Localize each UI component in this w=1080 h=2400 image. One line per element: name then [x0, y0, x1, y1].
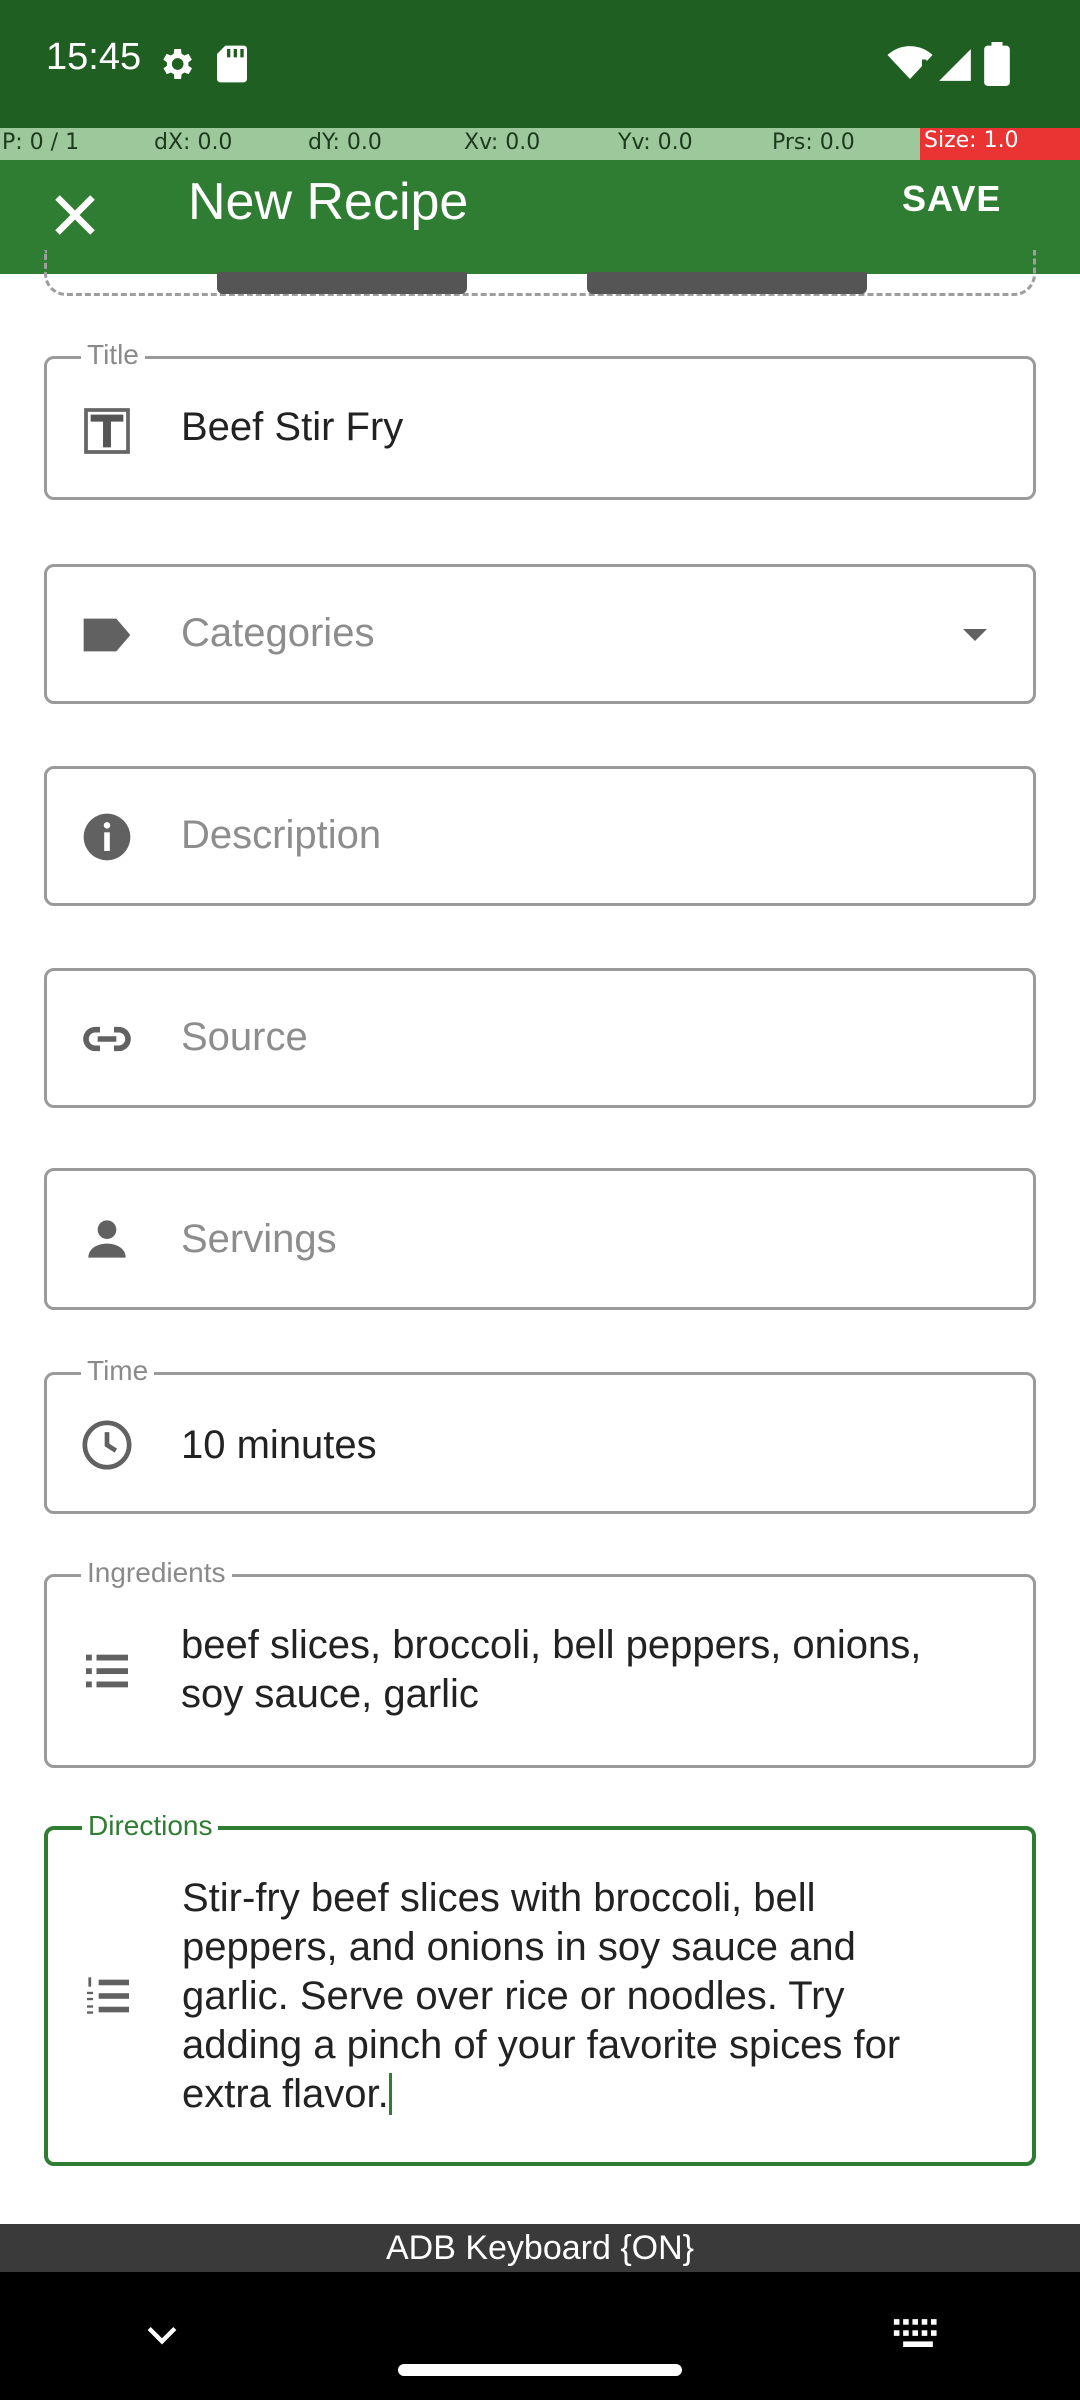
time-input[interactable]: 10 minutes: [181, 1423, 377, 1468]
description-input[interactable]: Description: [181, 813, 381, 858]
pointer-prs: Prs: 0.0: [772, 130, 855, 155]
categories-dropdown[interactable]: Categories: [44, 564, 1036, 704]
title-label: Title: [81, 339, 145, 371]
wifi-icon: [887, 46, 933, 79]
navigation-bar: [0, 2272, 1080, 2400]
ingredients-label: Ingredients: [81, 1557, 232, 1589]
gear-icon: [163, 49, 192, 79]
recipe-image-placeholder[interactable]: [44, 250, 1036, 296]
directions-line: adding a pinch of your favorite spices f…: [182, 2023, 901, 2067]
pointer-yv: Yv: 0.0: [618, 130, 693, 155]
status-time: 15:45: [46, 36, 142, 78]
keyboard-icon[interactable]: [892, 2312, 944, 2356]
servings-input[interactable]: Servings: [181, 1217, 337, 1262]
directions-line: Stir-fry beef slices with broccoli, bell: [182, 1876, 816, 1920]
title-icon: [84, 408, 130, 454]
directions-line: garlic. Serve over rice or noodles. Try: [182, 1974, 845, 2018]
ingredients-input[interactable]: beef slices, broccoli, bell peppers, oni…: [181, 1621, 981, 1719]
image-shape: [217, 272, 467, 294]
ingredients-line: beef slices, broccoli, bell peppers, oni…: [181, 1623, 922, 1667]
battery-icon: [984, 42, 1010, 86]
pointer-debug-bar: P: 0 / 1 dX: 0.0 dY: 0.0 Xv: 0.0 Yv: 0.0…: [0, 128, 1080, 160]
source-input[interactable]: Source: [181, 1015, 308, 1060]
directions-line: peppers, and onions in soy sauce and: [182, 1925, 856, 1969]
directions-line: extra flavor.: [182, 2072, 389, 2116]
categories-placeholder: Categories: [181, 611, 375, 655]
description-field[interactable]: Description: [44, 766, 1036, 906]
clock-icon: [82, 1420, 132, 1470]
page-title: New Recipe: [188, 173, 469, 231]
image-shape: [587, 272, 867, 294]
info-icon: [83, 813, 131, 861]
signal-icon: [939, 49, 971, 81]
pointer-dx: dX: 0.0: [154, 130, 233, 155]
link-icon: [83, 1026, 131, 1052]
title-input[interactable]: Beef Stir Fry: [181, 405, 403, 450]
label-icon: [83, 618, 131, 652]
ingredients-line: soy sauce, garlic: [181, 1672, 479, 1716]
pointer-xv: Xv: 0.0: [464, 130, 541, 155]
status-bar: 15:45: [0, 0, 1080, 128]
time-field[interactable]: Time 10 minutes: [44, 1355, 1036, 1514]
title-field[interactable]: Title Beef Stir Fry: [44, 339, 1036, 500]
person-icon: [88, 1220, 126, 1258]
source-field[interactable]: Source: [44, 968, 1036, 1108]
sd-card-icon: [217, 45, 247, 83]
chevron-down-icon[interactable]: [957, 623, 993, 647]
directions-field[interactable]: Directions Stir-fry beef slices with bro…: [44, 1810, 1036, 2166]
time-label: Time: [81, 1355, 155, 1387]
keyboard-indicator: ADB Keyboard {ON}: [0, 2224, 1080, 2272]
numbered-list-icon: [87, 1977, 129, 2014]
pointer-size: Size: 1.0: [920, 128, 1080, 160]
chevron-down-icon[interactable]: [140, 2312, 184, 2356]
home-handle[interactable]: [398, 2364, 682, 2376]
directions-input[interactable]: Stir-fry beef slices with broccoli, bell…: [182, 1874, 982, 2119]
ingredients-field[interactable]: Ingredients beef slices, broccoli, bell …: [44, 1557, 1036, 1768]
pointer-count: P: 0 / 1: [2, 130, 80, 155]
directions-line-last: extra flavor.: [182, 2070, 982, 2119]
servings-field[interactable]: Servings: [44, 1168, 1036, 1310]
directions-label: Directions: [82, 1810, 219, 1842]
text-cursor: [388, 2073, 392, 2115]
list-icon: [86, 1654, 128, 1688]
close-icon[interactable]: [40, 180, 110, 250]
save-button[interactable]: SAVE: [902, 178, 1001, 220]
pointer-dy: dY: 0.0: [308, 130, 382, 155]
